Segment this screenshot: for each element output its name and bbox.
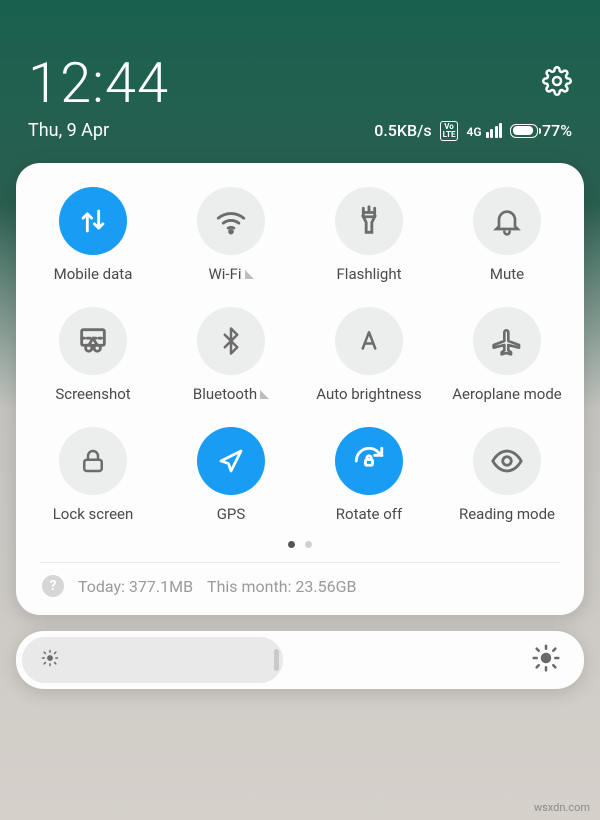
bell-icon	[473, 187, 541, 255]
date-label: Thu, 9 Apr	[28, 120, 109, 141]
tile-label: GPS	[217, 505, 246, 523]
clock-time: 12:44	[28, 50, 169, 116]
tile-label: Bluetooth	[193, 385, 257, 403]
tile-label: Mute	[490, 265, 524, 283]
volte-icon: Vo LTE	[440, 121, 459, 141]
usage-today: Today: 377.1MB	[78, 577, 193, 596]
tile-label: Screenshot	[55, 385, 130, 403]
rotate-lock-icon	[335, 427, 403, 495]
screenshot-icon	[59, 307, 127, 375]
chevron-down-icon	[245, 270, 254, 279]
chevron-down-icon	[260, 390, 269, 399]
gear-icon	[542, 66, 572, 96]
tile-lock-screen[interactable]: Lock screen	[24, 427, 162, 523]
tile-aeroplane-mode[interactable]: Aeroplane mode	[438, 307, 576, 403]
tile-rotate[interactable]: Rotate off	[300, 427, 438, 523]
brightness-slider[interactable]	[16, 631, 584, 689]
data-usage-row[interactable]: ? Today: 377.1MB This month: 23.56GB	[24, 563, 576, 601]
tile-label: Lock screen	[53, 505, 134, 523]
eye-icon	[473, 427, 541, 495]
tile-flashlight[interactable]: Flashlight	[300, 187, 438, 283]
battery-icon: 77%	[510, 121, 572, 140]
tile-wifi[interactable]: Wi-Fi	[162, 187, 300, 283]
tile-label: Mobile data	[54, 265, 133, 283]
tile-label: Reading mode	[459, 505, 555, 523]
page-indicator[interactable]	[24, 541, 576, 548]
mobile-data-icon	[59, 187, 127, 255]
wifi-icon	[197, 187, 265, 255]
tile-auto-brightness[interactable]: Auto brightness	[300, 307, 438, 403]
tile-reading-mode[interactable]: Reading mode	[438, 427, 576, 523]
tile-label: Wi-Fi	[208, 265, 241, 283]
tile-label: Flashlight	[337, 265, 402, 283]
bluetooth-icon	[197, 307, 265, 375]
status-bar: 0.5KB/s Vo LTE 4G 77%	[374, 121, 572, 141]
auto-brightness-icon	[335, 307, 403, 375]
page-dot	[305, 541, 312, 548]
tile-screenshot[interactable]: Screenshot	[24, 307, 162, 403]
brightness-handle[interactable]	[274, 649, 279, 671]
airplane-icon	[473, 307, 541, 375]
tile-label: Auto brightness	[316, 385, 421, 403]
tile-label: Rotate off	[336, 505, 402, 523]
tile-bluetooth[interactable]: Bluetooth	[162, 307, 300, 403]
lock-icon	[59, 427, 127, 495]
quick-settings-panel: Mobile data Wi-Fi Flashlight Mute Screen	[16, 163, 584, 615]
quick-settings-grid: Mobile data Wi-Fi Flashlight Mute Screen	[24, 187, 576, 523]
brightness-high-icon	[532, 644, 560, 676]
flashlight-icon	[335, 187, 403, 255]
location-icon	[197, 427, 265, 495]
help-icon: ?	[42, 575, 64, 597]
page-dot	[288, 541, 295, 548]
tile-label: Aeroplane mode	[452, 385, 562, 403]
usage-month: This month: 23.56GB	[207, 577, 356, 596]
settings-button[interactable]	[542, 66, 572, 100]
brightness-fill	[22, 637, 283, 683]
tile-mobile-data[interactable]: Mobile data	[24, 187, 162, 283]
network-speed: 0.5KB/s	[374, 121, 431, 140]
tile-gps[interactable]: GPS	[162, 427, 300, 523]
tile-mute[interactable]: Mute	[438, 187, 576, 283]
notification-shade-header: 12:44 Thu, 9 Apr 0.5KB/s Vo LTE 4G 77%	[0, 0, 600, 151]
signal-icon: 4G	[466, 123, 502, 138]
brightness-low-icon	[40, 648, 60, 672]
watermark: wsxdn.com	[534, 801, 590, 814]
